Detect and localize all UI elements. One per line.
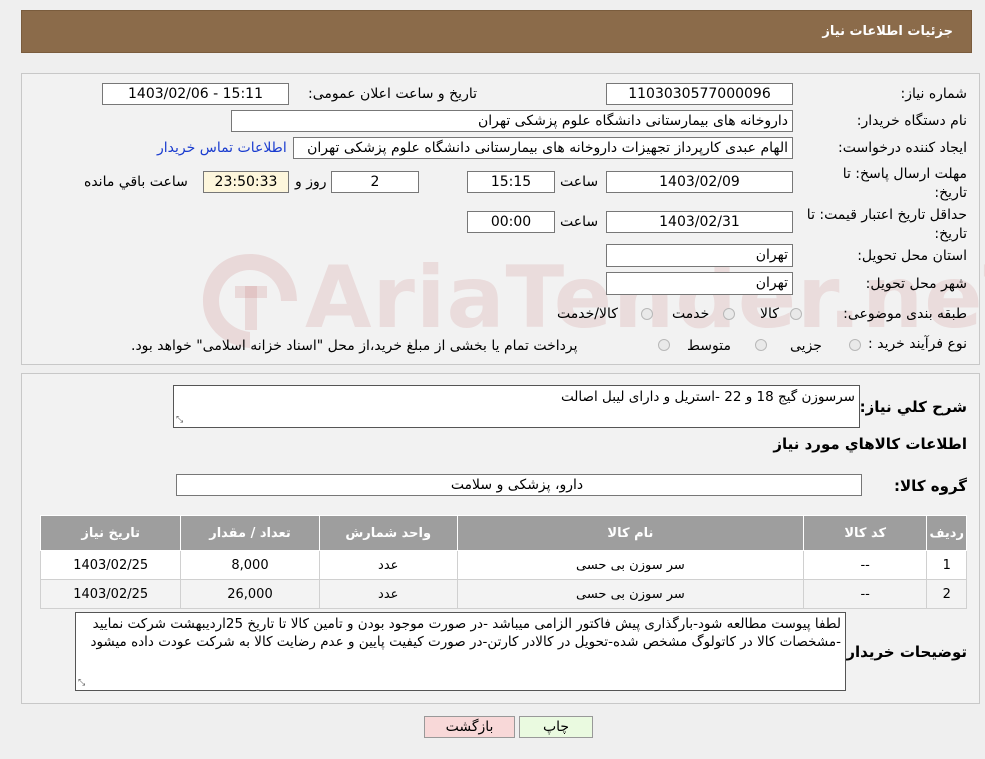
summary-resize-handle-icon[interactable]: ⤡: [176, 416, 185, 425]
province-field: تهران: [606, 244, 793, 267]
column-header-unit: واحد شمارش: [318, 515, 458, 551]
category-option-goods-service: کالا/خدمت: [557, 306, 618, 322]
cell-item-code: --: [802, 550, 928, 580]
reply-time-label: ساعت: [560, 174, 599, 190]
price-validity-time-field: 00:00: [467, 211, 555, 233]
need-number-label: شماره نیاز:: [900, 86, 968, 102]
process-type-label: نوع فرآیند خرید :: [868, 336, 967, 352]
page-header: جزئیات اطلاعات نیاز: [21, 10, 972, 53]
buyer-org-field: داروخانه های بیمارستانی دانشگاه علوم پزش…: [231, 110, 793, 132]
print-button[interactable]: چاپ: [519, 716, 593, 738]
category-option-goods: کالا: [760, 306, 779, 322]
remaining-time-label: ساعت باقي مانده: [84, 174, 188, 190]
buyer-contact-link[interactable]: اطلاعات تماس خریدار: [157, 140, 287, 156]
notes-resize-handle-icon[interactable]: ⤡: [78, 679, 87, 688]
cell-need-date: 1403/02/25: [39, 550, 182, 580]
announce-datetime-field: 1403/02/06 - 15:11: [102, 83, 289, 105]
cell-item-name: سر سوزن بی حسی: [456, 550, 804, 580]
reply-time-field: 15:15: [467, 171, 555, 193]
province-label: استان محل تحویل:: [857, 248, 967, 264]
city-label: شهر محل تحویل:: [865, 276, 967, 292]
buyer-notes-field: لطفا پیوست مطالعه شود-بارگذاری پیش فاکتو…: [75, 612, 846, 691]
summary-label: شرح کلي نیاز:: [859, 398, 967, 416]
column-header-need-date: تاریخ نیاز: [39, 515, 182, 551]
process-radio-minor[interactable]: [849, 339, 861, 351]
price-time-label: ساعت: [560, 214, 599, 230]
goods-info-title: اطلاعات کالاهاي مورد نیاز: [773, 435, 967, 453]
process-option-minor: جزیی: [790, 338, 822, 354]
cell-item-name: سر سوزن بی حسی: [456, 579, 804, 609]
table-row: 2 -- سر سوزن بی حسی عدد 26,000 1403/02/2…: [39, 579, 967, 609]
summary-field: سرسوزن گیج 18 و 22 -استریل و دارای لیبل …: [173, 385, 860, 428]
remaining-time-field: 23:50:33: [203, 171, 289, 193]
cell-unit: عدد: [318, 550, 458, 580]
category-radio-goods[interactable]: [790, 308, 802, 320]
cell-row-number: 2: [926, 579, 967, 609]
page-title: جزئیات اطلاعات نیاز: [822, 24, 953, 39]
city-field: تهران: [606, 272, 793, 295]
buyer-notes-label: توضیحات خریدار:: [840, 643, 967, 661]
reply-date-field: 1403/02/09: [606, 171, 793, 193]
items-table: ردیف کد کالا نام کالا واحد شمارش تعداد /…: [39, 515, 967, 609]
reply-deadline-label: مهلت ارسال پاسخ: تا تاریخ:: [842, 166, 967, 201]
price-validity-date-field: 1403/02/31: [606, 211, 793, 233]
cell-unit: عدد: [318, 579, 458, 609]
column-header-item-name: نام کالا: [456, 515, 804, 551]
cell-row-number: 1: [926, 550, 967, 580]
cell-item-code: --: [802, 579, 928, 609]
cell-quantity: 26,000: [180, 579, 320, 609]
process-radio-medium[interactable]: [755, 339, 767, 351]
column-header-row-number: ردیف: [926, 515, 967, 551]
need-number-field: 1103030577000096: [606, 83, 793, 105]
back-button[interactable]: بازگشت: [424, 716, 515, 738]
category-label: طبقه بندی موضوعی:: [843, 306, 967, 322]
announce-datetime-label: تاریخ و ساعت اعلان عمومی:: [308, 86, 477, 102]
requester-label: ایجاد کننده درخواست:: [838, 140, 967, 156]
process-note: پرداخت تمام یا بخشی از مبلغ خرید،از محل …: [131, 338, 578, 354]
days-remaining-field: 2: [331, 171, 419, 193]
category-radio-goods-service[interactable]: [641, 308, 653, 320]
category-option-service: خدمت: [672, 306, 710, 322]
cell-quantity: 8,000: [180, 550, 320, 580]
column-header-quantity: تعداد / مقدار: [180, 515, 320, 551]
price-validity-label: حداقل تاریخ اعتبار قیمت: تا تاریخ:: [806, 207, 967, 242]
buyer-org-label: نام دستگاه خریدار:: [856, 113, 967, 129]
goods-group-field: دارو، پزشکی و سلامت: [176, 474, 862, 496]
days-label: روز و: [295, 174, 327, 190]
category-radio-service[interactable]: [723, 308, 735, 320]
process-option-medium: متوسط: [687, 338, 731, 354]
cell-need-date: 1403/02/25: [39, 579, 182, 609]
column-header-item-code: کد کالا: [802, 515, 928, 551]
process-radio-treasury[interactable]: [658, 339, 670, 351]
table-header-row: ردیف کد کالا نام کالا واحد شمارش تعداد /…: [39, 515, 967, 551]
requester-field: الهام عبدی کارپرداز تجهیزات داروخانه های…: [293, 137, 793, 159]
table-row: 1 -- سر سوزن بی حسی عدد 8,000 1403/02/25: [39, 550, 967, 580]
goods-group-label: گروه کالا:: [894, 477, 967, 495]
